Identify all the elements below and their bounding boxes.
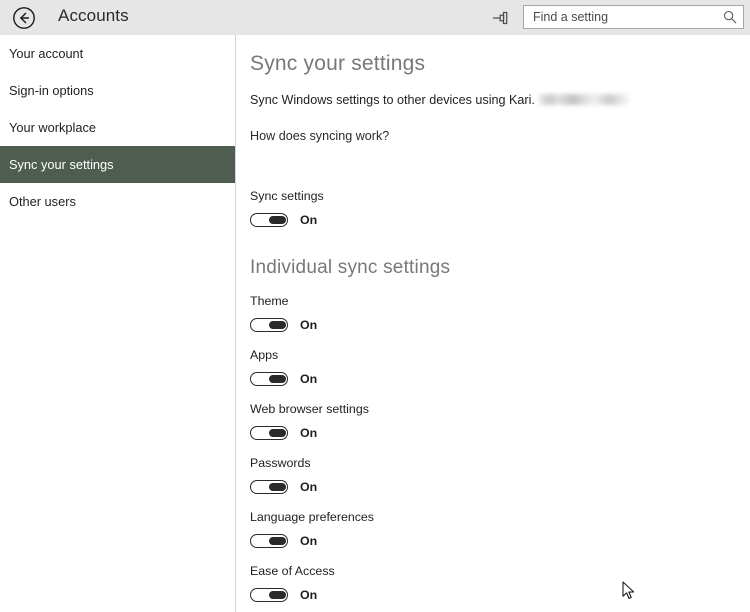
toggle-thumb: [269, 591, 286, 599]
apps-label: Apps: [250, 348, 279, 362]
sidebar-item-your-account[interactable]: Your account: [0, 35, 235, 72]
content-pane: Sync your settings Sync Windows settings…: [237, 35, 750, 612]
search-icon[interactable]: [723, 10, 737, 24]
passwords-toggle-state: On: [300, 480, 318, 494]
ease-of-access-label: Ease of Access: [250, 564, 335, 578]
redacted-email: [537, 94, 630, 105]
toggle-thumb: [269, 375, 286, 383]
sidebar-item-label: Your account: [9, 46, 84, 61]
language-preferences-toggle[interactable]: [250, 534, 288, 548]
sync-settings-toggle-row: On: [250, 212, 317, 228]
sidebar-item-sync-your-settings[interactable]: Sync your settings: [0, 146, 235, 183]
ease-of-access-toggle[interactable]: [250, 588, 288, 602]
ease-of-access-toggle-row: On: [250, 587, 317, 603]
passwords-toggle-row: On: [250, 479, 317, 495]
theme-toggle[interactable]: [250, 318, 288, 332]
language-preferences-toggle-state: On: [300, 534, 318, 548]
web-browser-settings-toggle[interactable]: [250, 426, 288, 440]
theme-toggle-row: On: [250, 317, 317, 333]
sidebar-nav: Your account Sign-in options Your workpl…: [0, 35, 236, 612]
back-arrow-circle-icon: [12, 6, 36, 30]
back-button[interactable]: [11, 5, 37, 31]
apps-toggle-row: On: [250, 371, 317, 387]
toggle-thumb: [269, 537, 286, 545]
sync-description: Sync Windows settings to other devices u…: [250, 93, 630, 107]
sidebar-item-label: Other users: [9, 194, 76, 209]
passwords-label: Passwords: [250, 456, 311, 470]
passwords-toggle[interactable]: [250, 480, 288, 494]
toggle-thumb: [269, 429, 286, 437]
language-preferences-toggle-row: On: [250, 533, 317, 549]
individual-sync-settings-heading: Individual sync settings: [250, 257, 451, 278]
web-browser-settings-toggle-state: On: [300, 426, 318, 440]
sync-settings-label: Sync settings: [250, 189, 324, 203]
sidebar-item-other-users[interactable]: Other users: [0, 183, 235, 220]
apps-toggle-state: On: [300, 372, 318, 386]
theme-label: Theme: [250, 294, 289, 308]
sidebar-item-sign-in-options[interactable]: Sign-in options: [0, 72, 235, 109]
ease-of-access-toggle-state: On: [300, 588, 318, 602]
toggle-thumb: [269, 216, 286, 224]
content-heading: Sync your settings: [250, 52, 426, 75]
how-does-syncing-work-link[interactable]: How does syncing work?: [250, 129, 389, 143]
page-title: Accounts: [58, 6, 129, 25]
sidebar-item-label: Your workplace: [9, 120, 97, 135]
settings-window: Accounts Your account Sign-in options: [0, 0, 750, 612]
pushpin-icon[interactable]: [491, 10, 512, 26]
sidebar-item-label: Sign-in options: [9, 83, 94, 98]
apps-toggle[interactable]: [250, 372, 288, 386]
theme-toggle-state: On: [300, 318, 318, 332]
sync-description-text: Sync Windows settings to other devices u…: [250, 93, 535, 107]
language-preferences-label: Language preferences: [250, 510, 375, 524]
search-input[interactable]: [524, 6, 720, 28]
toggle-thumb: [269, 321, 286, 329]
sync-settings-toggle-state: On: [300, 213, 318, 227]
sidebar-item-your-workplace[interactable]: Your workplace: [0, 109, 235, 146]
title-bar: Accounts: [0, 0, 750, 35]
toggle-thumb: [269, 483, 286, 491]
sidebar-item-label: Sync your settings: [9, 157, 114, 172]
web-browser-settings-toggle-row: On: [250, 425, 317, 441]
web-browser-settings-label: Web browser settings: [250, 402, 369, 416]
search-box[interactable]: [523, 5, 744, 29]
sync-settings-toggle[interactable]: [250, 213, 288, 227]
